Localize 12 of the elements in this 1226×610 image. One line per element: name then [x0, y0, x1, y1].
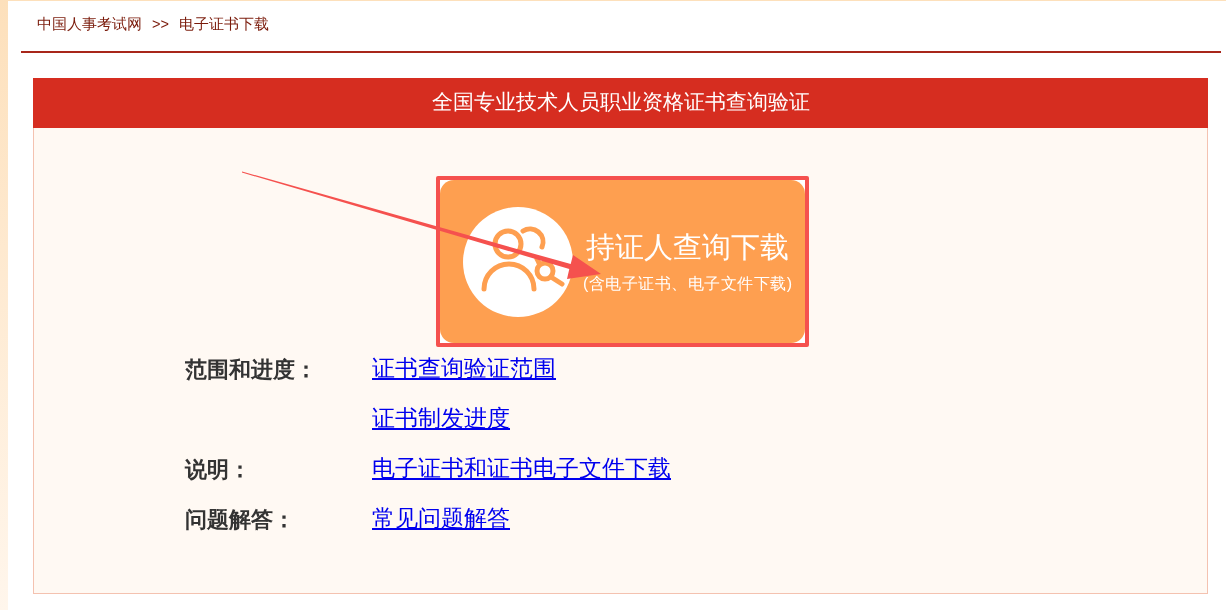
breadcrumb-link[interactable]: 电子证书下载 [178, 14, 269, 36]
section-label: 范围和进度： [185, 355, 317, 384]
info-link[interactable]: 常见问题解答 [372, 502, 510, 536]
section-label: 说明： [185, 455, 251, 484]
section-label: 问题解答： [185, 505, 295, 534]
info-link[interactable]: 证书制发进度 [372, 402, 510, 436]
panel-title: 全国专业技术人员职业资格证书查询验证 [431, 89, 810, 117]
breadcrumb-link[interactable]: 中国人事考试网 [37, 14, 142, 36]
people-search-icon [463, 206, 573, 317]
info-link[interactable]: 电子证书和证书电子文件下载 [372, 452, 671, 486]
breadcrumb-separator: >> [152, 15, 169, 35]
info-link[interactable]: 证书查询验证范围 [372, 352, 556, 386]
